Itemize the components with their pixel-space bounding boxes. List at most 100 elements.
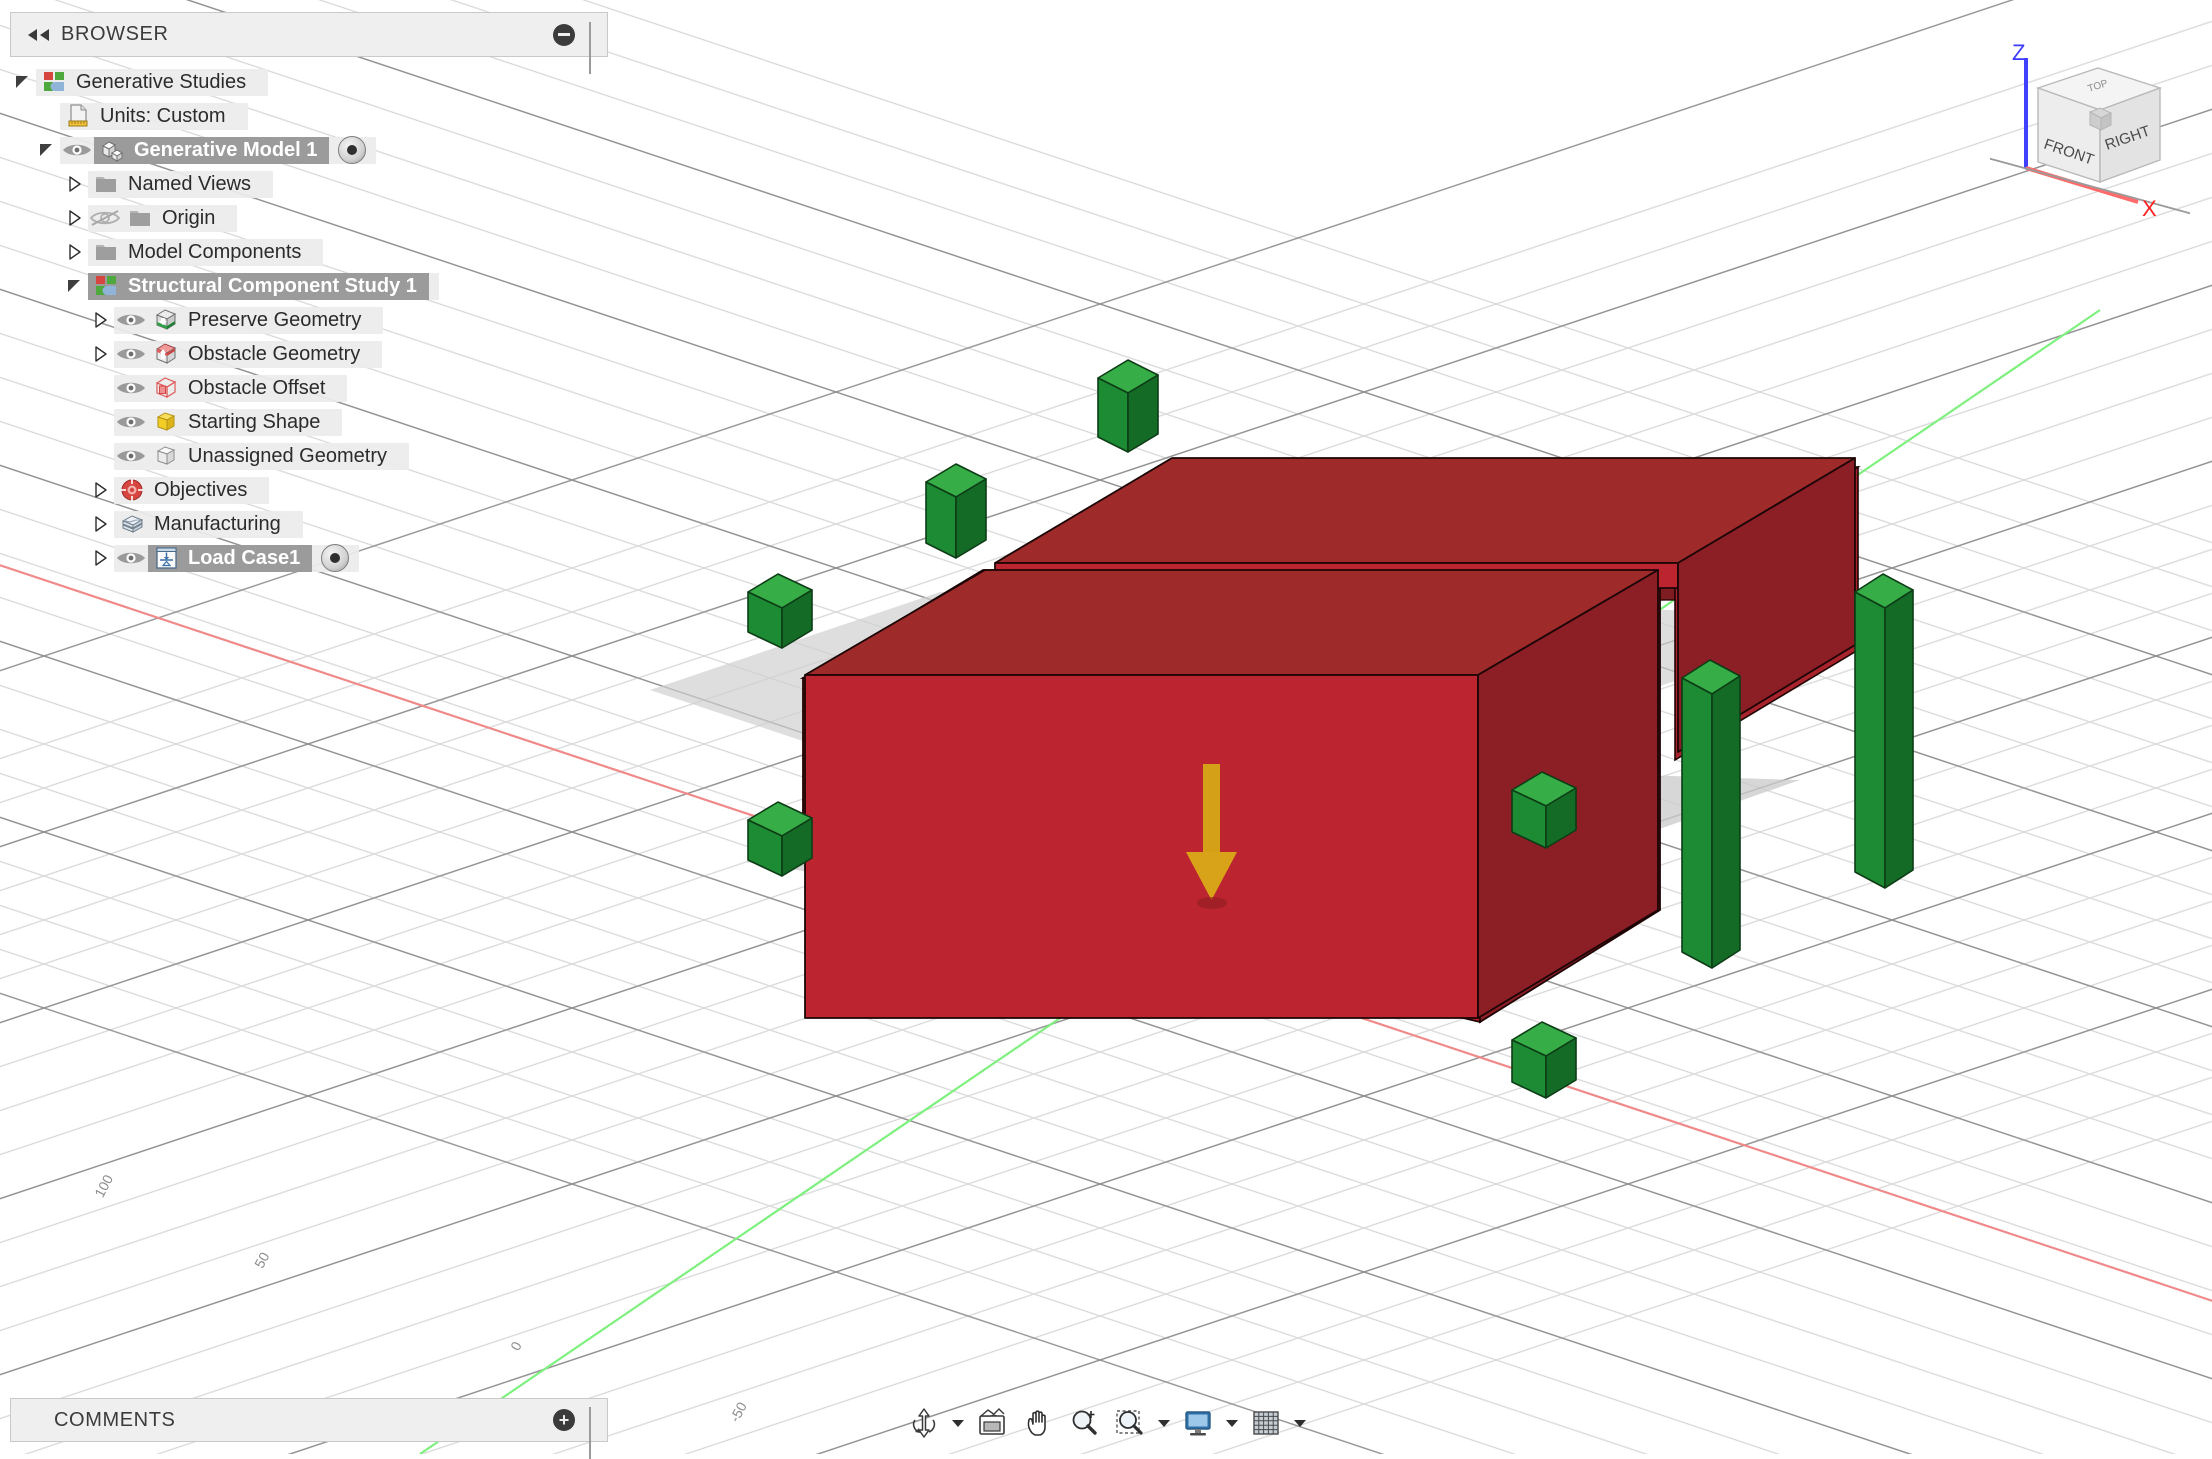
eye-visible-icon[interactable]: [60, 137, 94, 163]
resize-grip-icon[interactable]: [589, 22, 597, 48]
tree-node-generative-studies[interactable]: Generative Studies: [10, 65, 608, 99]
tree-node-row[interactable]: Objectives: [114, 477, 269, 504]
tree-node-label-chip[interactable]: Starting Shape: [148, 409, 332, 436]
navigation-toolbar[interactable]: [901, 1400, 1311, 1446]
chevron-right-icon[interactable]: [88, 307, 114, 333]
twisty-placeholder: [88, 375, 114, 401]
grid-snaps-icon[interactable]: [1243, 1401, 1289, 1445]
tree-node-manufacturing[interactable]: Manufacturing: [88, 507, 608, 541]
tree-node-load-case-1[interactable]: Load Case1: [88, 541, 608, 575]
tree-node-label-chip[interactable]: Unassigned Geometry: [148, 443, 399, 470]
tree-node-label: Structural Component Study 1: [128, 273, 417, 300]
tree-node-row[interactable]: Structural Component Study 1: [88, 273, 439, 300]
eye-visible-icon[interactable]: [114, 409, 148, 435]
comments-bar[interactable]: COMMENTS +: [10, 1398, 608, 1442]
chevron-right-icon[interactable]: [88, 341, 114, 367]
chevron-right-icon[interactable]: [88, 545, 114, 571]
tree-node-named-views[interactable]: Named Views: [62, 167, 608, 201]
double-chevron-left-icon[interactable]: [24, 20, 54, 50]
browser-panel[interactable]: BROWSER Generative StudiesUnits: CustomG…: [10, 12, 608, 575]
display-monitor-icon[interactable]: [1175, 1401, 1221, 1445]
chevron-down-icon[interactable]: [10, 69, 36, 95]
tree-node-label-chip[interactable]: Load Case1: [148, 545, 312, 572]
manufacturing-layers-icon: [118, 511, 148, 537]
tree-node-model-components[interactable]: Model Components: [62, 235, 608, 269]
display-dropdown-caret-icon[interactable]: [1221, 1401, 1243, 1445]
tree-node-label-chip[interactable]: Objectives: [114, 477, 259, 504]
tree-node-label-chip[interactable]: Generative Studies: [36, 69, 258, 96]
tree-node-label-chip[interactable]: Origin: [122, 205, 227, 232]
tree-node-row[interactable]: Units: Custom: [60, 103, 248, 130]
tree-node-label-chip[interactable]: Obstacle Offset: [148, 375, 337, 402]
obstacle-geometry-icon: [152, 341, 182, 367]
eye-visible-icon[interactable]: [114, 443, 148, 469]
tree-node-label-chip[interactable]: Named Views: [88, 171, 263, 198]
eye-visible-icon[interactable]: [114, 307, 148, 333]
browser-tree[interactable]: Generative Studies Units: Custom Generativ…: [10, 57, 608, 575]
tree-node-row[interactable]: Preserve Geometry: [114, 307, 383, 334]
chevron-right-icon[interactable]: [88, 477, 114, 503]
grid-snaps-dropdown-caret-icon[interactable]: [1289, 1401, 1311, 1445]
tree-node-label-chip[interactable]: Model Components: [88, 239, 313, 266]
tree-node-row[interactable]: Manufacturing: [114, 511, 303, 538]
tree-node-row[interactable]: Origin: [88, 205, 237, 232]
plus-circle-icon[interactable]: +: [553, 1409, 575, 1431]
eye-visible-icon[interactable]: [114, 375, 148, 401]
viewcube-axis-x-label: X: [2142, 196, 2157, 220]
chevron-right-icon[interactable]: [62, 205, 88, 231]
chevron-right-icon[interactable]: [62, 171, 88, 197]
browser-header[interactable]: BROWSER: [10, 12, 608, 57]
tree-node-label: Load Case1: [188, 545, 300, 572]
tree-node-row[interactable]: Starting Shape: [114, 409, 342, 436]
tree-node-label-chip[interactable]: Generative Model 1: [94, 137, 329, 164]
activate-radio-button[interactable]: [321, 544, 349, 572]
tree-node-unassigned-geometry[interactable]: Unassigned Geometry: [88, 439, 608, 473]
minimize-icon[interactable]: [553, 24, 575, 46]
tree-node-label-chip[interactable]: Structural Component Study 1: [88, 273, 429, 300]
tree-node-starting-shape[interactable]: Starting Shape: [88, 405, 608, 439]
tree-node-row[interactable]: Model Components: [88, 239, 323, 266]
zoom-magnifier-icon[interactable]: [1061, 1401, 1107, 1445]
chevron-right-icon[interactable]: [88, 511, 114, 537]
tree-node-generative-model-1[interactable]: Generative Model 1: [34, 133, 608, 167]
tree-node-row[interactable]: Generative Studies: [36, 69, 268, 96]
tree-node-label-chip[interactable]: Units: Custom: [60, 103, 238, 130]
tree-node-row[interactable]: Load Case1: [114, 545, 359, 572]
chevron-right-icon[interactable]: [62, 239, 88, 265]
preserve-block-6[interactable]: [1512, 1022, 1576, 1098]
preserve-block-2[interactable]: [926, 464, 986, 558]
zoom-window-icon[interactable]: [1107, 1401, 1153, 1445]
preserve-block-5[interactable]: [1512, 772, 1576, 848]
tree-node-row[interactable]: Obstacle Offset: [114, 375, 347, 402]
tree-node-origin[interactable]: Origin: [62, 201, 608, 235]
view-cube[interactable]: FRONT RIGHT TOP Z X: [1990, 30, 2190, 220]
eye-hidden-icon[interactable]: [88, 205, 122, 231]
tree-node-obstacle-offset[interactable]: Obstacle Offset: [88, 371, 608, 405]
tree-node-label-chip[interactable]: Manufacturing: [114, 511, 293, 538]
tree-node-obstacle-geometry[interactable]: Obstacle Geometry: [88, 337, 608, 371]
tree-node-row[interactable]: Named Views: [88, 171, 273, 198]
preserve-block-7[interactable]: [1682, 660, 1740, 968]
tree-node-label-chip[interactable]: Preserve Geometry: [148, 307, 373, 334]
tree-node-preserve-geometry[interactable]: Preserve Geometry: [88, 303, 608, 337]
preserve-block-8[interactable]: [1855, 574, 1913, 888]
tree-node-label-chip[interactable]: Obstacle Geometry: [148, 341, 372, 368]
resize-grip-icon[interactable]: [589, 1407, 597, 1433]
pan-hand-icon[interactable]: [1015, 1401, 1061, 1445]
eye-visible-icon[interactable]: [114, 341, 148, 367]
orbit-icon[interactable]: [901, 1401, 947, 1445]
tree-node-row[interactable]: Unassigned Geometry: [114, 443, 409, 470]
orbit-dropdown-caret-icon[interactable]: [947, 1401, 969, 1445]
chevron-down-icon[interactable]: [34, 137, 60, 163]
tree-node-units-custom[interactable]: Units: Custom: [34, 99, 608, 133]
chevron-down-icon[interactable]: [62, 273, 88, 299]
preserve-block-1[interactable]: [1098, 360, 1158, 452]
tree-node-structural-component-study-1[interactable]: Structural Component Study 1: [62, 269, 608, 303]
tree-node-objectives[interactable]: Objectives: [88, 473, 608, 507]
look-at-icon[interactable]: [969, 1401, 1015, 1445]
zoom-window-dropdown-caret-icon[interactable]: [1153, 1401, 1175, 1445]
tree-node-row[interactable]: Generative Model 1: [60, 137, 376, 164]
eye-visible-icon[interactable]: [114, 545, 148, 571]
tree-node-row[interactable]: Obstacle Geometry: [114, 341, 382, 368]
activate-radio-button[interactable]: [338, 136, 366, 164]
